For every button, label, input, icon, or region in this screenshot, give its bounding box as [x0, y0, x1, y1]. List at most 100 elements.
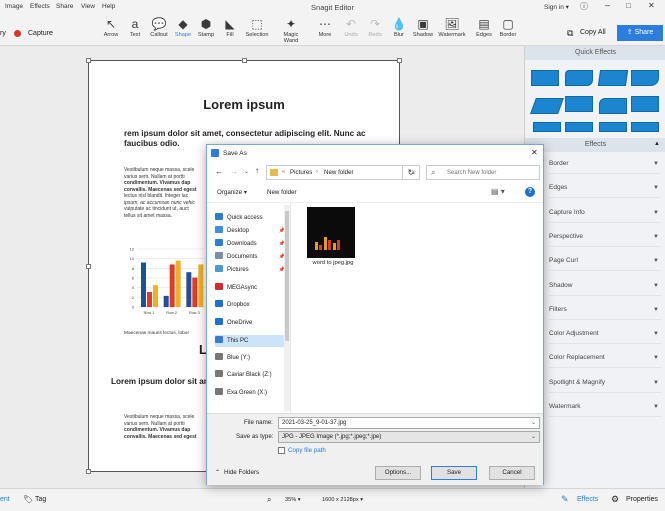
quick-effect-thumb[interactable]: [597, 70, 629, 86]
magic-wand-icon: ✦: [285, 17, 297, 31]
nav-item-exa-green-x-[interactable]: Exa Green (X:): [215, 387, 289, 399]
effect-filters[interactable]: Filters ▼: [549, 300, 661, 320]
quick-effect-thumb[interactable]: [565, 122, 593, 132]
maximize-icon[interactable]: □: [626, 1, 631, 10]
close-icon[interactable]: ✕: [531, 148, 538, 157]
tool-label: Shadow: [412, 32, 434, 38]
search-input[interactable]: Search New folder: [447, 170, 496, 176]
chevron-up-icon[interactable]: ▲: [654, 141, 660, 147]
effect-perspective[interactable]: Perspective ▼: [549, 227, 661, 247]
organize-button[interactable]: Organize ▾: [217, 189, 247, 196]
nav-item-downloads[interactable]: Downloads 📌: [215, 238, 289, 250]
resize-handle[interactable]: [397, 58, 402, 63]
chevron-up-icon[interactable]: ⌃: [215, 469, 220, 476]
tool-selection-button[interactable]: ⬚ Selection: [242, 16, 272, 38]
effect-capture-info[interactable]: Capture Info ▼: [549, 203, 661, 223]
nav-item-megasync[interactable]: MEGAsync: [215, 282, 289, 294]
up-icon[interactable]: ↑: [255, 166, 259, 175]
tool-fill-button[interactable]: ◣ Fill: [215, 16, 245, 38]
effects-tab[interactable]: Effects: [577, 496, 598, 503]
tool-border-button[interactable]: ▢ Border: [493, 16, 523, 38]
chevron-down-icon[interactable]: ⌄: [244, 168, 249, 175]
hide-folders-button[interactable]: Hide Folders: [224, 469, 259, 476]
record-icon[interactable]: [14, 30, 21, 37]
quick-effect-thumb[interactable]: [533, 122, 561, 132]
file-name-label[interactable]: word to jpeg.jpg: [301, 260, 365, 266]
effect-page-curl[interactable]: Page Curl ▼: [549, 251, 661, 272]
tool-magic-wand-button[interactable]: ✦ Magic Wand: [276, 16, 306, 44]
watermark-icon: 🖼: [444, 17, 460, 31]
effect-shadow[interactable]: Shadow ▼: [549, 276, 661, 296]
cancel-button[interactable]: Cancel: [489, 466, 535, 480]
tool-shadow-button[interactable]: ▣ Shadow: [408, 16, 438, 38]
dialog-footer: File name: 2021-03-25_9-01-37.jpg ⌄ Save…: [207, 413, 543, 485]
effect-edges[interactable]: Edges ▼: [549, 178, 661, 199]
nav-item-onedrive[interactable]: OneDrive: [215, 317, 289, 329]
nav-item-quick-access[interactable]: Quick access: [215, 212, 289, 224]
path-segment[interactable]: Pictures: [290, 169, 312, 176]
save-type-select[interactable]: JPG - JPEG Image (*.jpg;*.jpeg;*.jpe) ⌄: [278, 431, 540, 443]
copy-path-label[interactable]: Copy file path: [288, 447, 326, 454]
share-button[interactable]: ⇪ Share: [617, 25, 663, 41]
options-button[interactable]: Options...: [375, 466, 421, 480]
effect-watermark[interactable]: Watermark ▼: [549, 397, 661, 417]
effect-border[interactable]: Border ▼: [549, 154, 661, 174]
quick-effect-thumb[interactable]: [599, 98, 627, 114]
nav-scrollbar[interactable]: [284, 205, 290, 411]
resize-handle[interactable]: [86, 469, 91, 474]
quick-effect-thumb[interactable]: [631, 96, 659, 112]
file-name-input[interactable]: 2021-03-25_9-01-37.jpg ⌄: [278, 417, 540, 429]
zoom-dropdown[interactable]: 35% ▾: [285, 497, 301, 503]
nav-item-desktop[interactable]: Desktop 📌: [215, 225, 289, 237]
nav-item-dropbox[interactable]: Dropbox: [215, 299, 289, 311]
capture-button[interactable]: Capture: [28, 30, 53, 37]
address-bar[interactable]: « Pictures › New folder ⌄: [266, 165, 420, 180]
quick-effect-thumb[interactable]: [565, 70, 593, 86]
effect-spotlight-magnify[interactable]: Spotlight & Magnify ▼: [549, 373, 661, 393]
quick-effect-thumb[interactable]: [631, 122, 659, 132]
tag-button[interactable]: Tag: [35, 496, 46, 503]
nav-item-this-pc[interactable]: This PC: [215, 335, 289, 347]
quick-effect-thumb[interactable]: [631, 70, 659, 86]
border-icon: ▢: [502, 17, 514, 31]
quick-effect-thumb[interactable]: [599, 122, 627, 132]
path-segment[interactable]: New folder: [324, 169, 354, 176]
effect-color-adjustment[interactable]: Color Adjustment ▼: [549, 324, 661, 345]
nav-item-pictures[interactable]: Pictures 📌: [215, 264, 289, 276]
quick-effect-thumb[interactable]: [565, 96, 593, 112]
properties-tab[interactable]: Properties: [626, 496, 658, 503]
new-folder-button[interactable]: New folder: [267, 189, 297, 196]
copy-all-button[interactable]: Copy All: [580, 29, 606, 36]
path-overflow[interactable]: «: [282, 169, 285, 175]
copy-path-checkbox[interactable]: [278, 447, 285, 454]
view-options-icon[interactable]: ▤ ▾: [491, 187, 505, 196]
resize-handle[interactable]: [86, 264, 91, 269]
forward-icon[interactable]: →: [230, 167, 238, 176]
save-button[interactable]: Save: [431, 466, 477, 480]
chevron-down-icon[interactable]: ⌄: [531, 432, 536, 442]
close-window-icon[interactable]: ✕: [648, 1, 655, 10]
image-dimensions[interactable]: 1600 x 2128px ▾: [322, 497, 363, 503]
chevron-down-icon[interactable]: ⌄: [531, 418, 536, 428]
info-icon[interactable]: ⓘ: [580, 1, 588, 12]
help-icon[interactable]: ?: [525, 187, 535, 197]
nav-item-blue-y-[interactable]: Blue (Y:): [215, 352, 289, 364]
library-link[interactable]: ent: [0, 496, 10, 503]
quick-effect-thumb[interactable]: [530, 98, 564, 114]
back-icon[interactable]: ←: [215, 167, 223, 176]
tool-watermark-button[interactable]: 🖼 Watermark: [437, 16, 467, 38]
effect-color-replacement[interactable]: Color Replacement ▼: [549, 348, 661, 369]
minimize-icon[interactable]: –: [605, 0, 610, 10]
tool-label: Undo: [344, 32, 358, 38]
sign-in-link[interactable]: Sign in ▾: [544, 3, 569, 11]
file-thumbnail[interactable]: [307, 207, 355, 258]
resize-handle[interactable]: [242, 58, 247, 63]
quick-effect-thumb[interactable]: [531, 70, 559, 86]
copy-icon[interactable]: ⧉: [567, 28, 573, 39]
nav-item-caviar-black-z-[interactable]: Caviar Black (Z:): [215, 369, 289, 381]
library-label[interactable]: ry: [0, 30, 6, 37]
search-box[interactable]: ⌕ Search New folder: [426, 165, 540, 180]
nav-item-documents[interactable]: Documents 📌: [215, 251, 289, 263]
resize-handle[interactable]: [86, 58, 91, 63]
refresh-icon[interactable]: ↻: [402, 165, 420, 180]
